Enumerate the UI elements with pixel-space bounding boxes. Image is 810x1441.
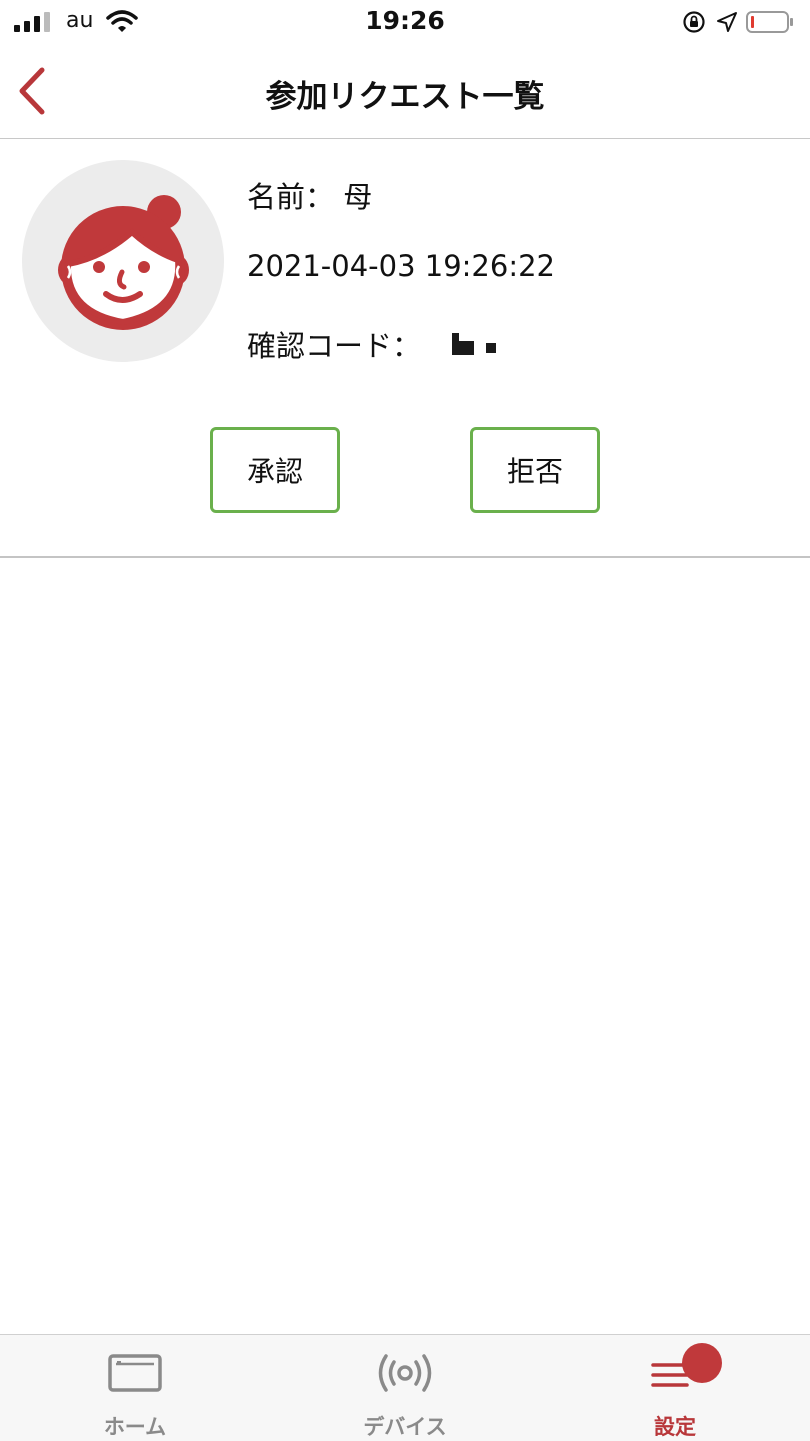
home-icon: [108, 1354, 162, 1392]
tab-home-label: ホーム: [103, 1415, 167, 1439]
name-value: 母: [343, 180, 373, 214]
tab-settings-label: 設定: [654, 1415, 696, 1439]
confirmation-code-label: 確認コード：: [247, 329, 422, 363]
requester-name-row: 名前： 母: [247, 174, 372, 216]
notification-badge: [682, 1343, 722, 1383]
tab-home[interactable]: ホーム: [0, 1335, 270, 1441]
mother-face-icon: [58, 195, 189, 330]
status-bar: au 19:26: [0, 0, 810, 44]
tab-settings[interactable]: 設定: [540, 1335, 810, 1441]
tab-bar: ホーム デバイス 設定: [0, 1334, 810, 1441]
rotation-lock-icon: [683, 11, 705, 33]
location-arrow-icon: [717, 12, 737, 32]
approve-button[interactable]: 承認: [210, 427, 340, 513]
avatar: [22, 160, 224, 362]
device-signal-icon: [378, 1354, 432, 1392]
confirmation-code-redacted: [452, 333, 512, 363]
join-request-card: 名前： 母 2021-04-03 19:26:22 確認コード： 承認 拒否: [0, 140, 810, 558]
reject-button[interactable]: 拒否: [470, 427, 600, 513]
page-title: 参加リクエスト一覧: [265, 79, 545, 115]
name-label: 名前：: [247, 180, 335, 214]
battery-icon: [746, 11, 793, 33]
tab-device-label: デバイス: [363, 1415, 447, 1439]
navigation-bar: 参加リクエスト一覧: [0, 44, 810, 139]
confirmation-code-row: 確認コード：: [247, 323, 512, 365]
tab-device[interactable]: デバイス: [270, 1335, 540, 1441]
request-datetime: 2021-04-03 19:26:22: [247, 249, 555, 283]
